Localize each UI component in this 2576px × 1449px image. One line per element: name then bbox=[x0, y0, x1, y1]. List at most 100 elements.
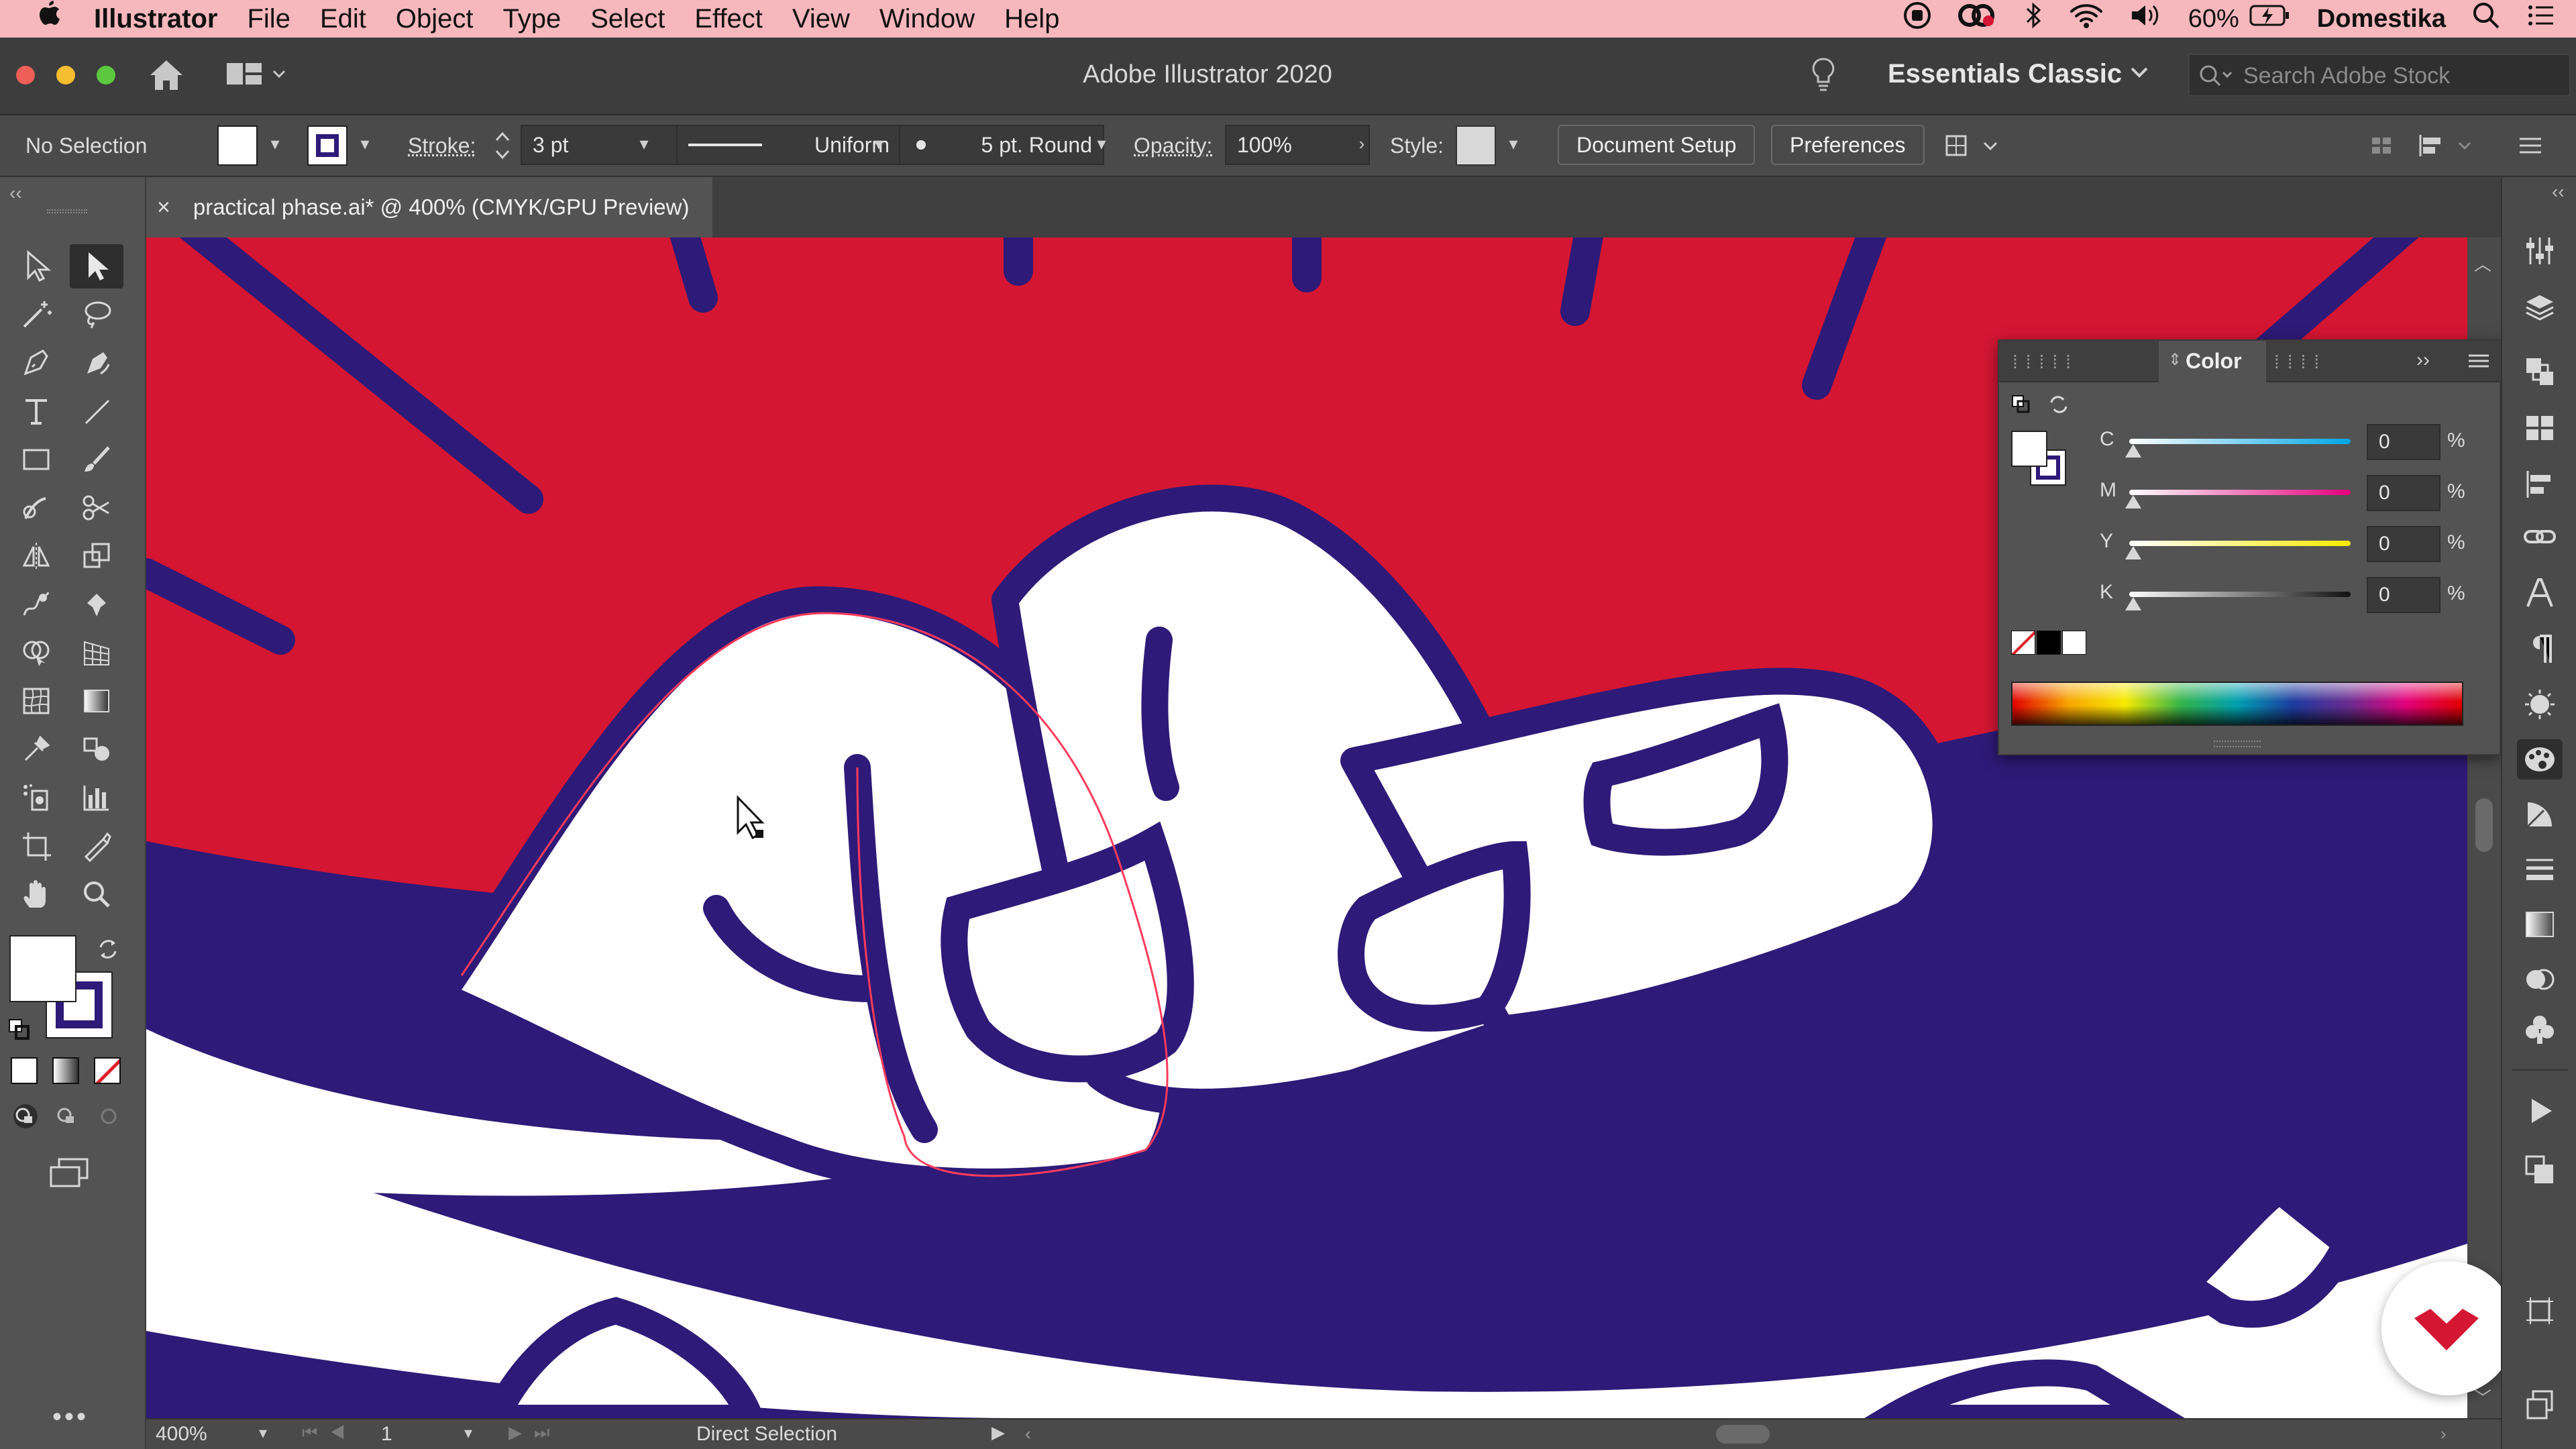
record-icon[interactable] bbox=[1902, 1, 1932, 37]
home-icon[interactable] bbox=[148, 58, 185, 96]
opacity-label[interactable]: Opacity: bbox=[1134, 125, 1212, 166]
character-panel-icon[interactable] bbox=[2517, 573, 2563, 613]
preferences-button[interactable]: Preferences bbox=[1771, 125, 1925, 165]
menu-type[interactable]: Type bbox=[502, 4, 561, 34]
black-slider-track[interactable] bbox=[2129, 592, 2351, 597]
collapsed-tabs-right-icon[interactable]: ⁞⁞⁞⁞ bbox=[2274, 352, 2327, 373]
magic-wand-tool-icon[interactable] bbox=[9, 292, 63, 337]
menu-view[interactable]: View bbox=[792, 4, 850, 34]
edit-toolbar-more-icon[interactable]: ••• bbox=[52, 1402, 89, 1432]
style-dropdown-chevron-icon[interactable]: ▾ bbox=[1500, 125, 1527, 162]
reflect-tool-icon[interactable] bbox=[9, 534, 63, 578]
color-panel-menu-icon[interactable] bbox=[2467, 349, 2490, 375]
perspective-grid-tool-icon[interactable] bbox=[70, 631, 123, 675]
opacity-expand-chevron-icon[interactable]: › bbox=[1348, 125, 1375, 162]
magenta-slider-thumb[interactable] bbox=[2125, 495, 2141, 508]
mesh-tool-icon[interactable] bbox=[9, 679, 63, 723]
lasso-tool-icon[interactable] bbox=[70, 292, 123, 337]
column-graph-tool-icon[interactable] bbox=[70, 775, 123, 820]
profile-dropdown-chevron-icon[interactable]: ▾ bbox=[865, 125, 892, 162]
expand-panel-icon[interactable]: ›› bbox=[2416, 349, 2430, 372]
menu-app-name[interactable]: Illustrator bbox=[94, 4, 217, 34]
battery-icon[interactable] bbox=[2249, 1, 2292, 37]
scroll-left-arrow-icon[interactable]: ‹ bbox=[1025, 1424, 1031, 1444]
close-tab-icon[interactable]: × bbox=[157, 195, 170, 221]
stock-search-field[interactable]: Search Adobe Stock bbox=[2188, 54, 2571, 97]
color-panel-default-icon[interactable] bbox=[2011, 394, 2031, 418]
paintbrush-tool-icon[interactable] bbox=[70, 437, 123, 482]
window-close-button[interactable] bbox=[16, 66, 35, 85]
arrange-grid-icon[interactable] bbox=[2368, 125, 2398, 166]
scale-tool-icon[interactable] bbox=[70, 534, 123, 578]
black-value-input[interactable]: 0 bbox=[2367, 577, 2440, 613]
collapsed-tabs-left-icon[interactable]: ⁞⁞⁞⁞⁞ bbox=[2012, 352, 2079, 373]
cyan-slider-track[interactable] bbox=[2129, 439, 2351, 444]
shape-builder-tool-icon[interactable] bbox=[9, 631, 63, 675]
artboard-first-prev-icons[interactable]: ⏮◀ bbox=[302, 1422, 358, 1444]
appearance-panel-icon[interactable] bbox=[2517, 684, 2563, 724]
menu-select[interactable]: Select bbox=[590, 4, 665, 34]
gradient-tool-icon[interactable] bbox=[70, 679, 123, 723]
artboard-tool-icon[interactable] bbox=[9, 824, 63, 868]
workspace-switcher[interactable]: Essentials Classic bbox=[1888, 59, 2122, 89]
document-tab[interactable]: × practical phase.ai* @ 400% (CMYK/GPU P… bbox=[146, 177, 712, 237]
stroke-weight-dropdown-icon[interactable]: ▾ bbox=[631, 125, 657, 162]
layers-panel-icon[interactable] bbox=[2517, 287, 2563, 327]
black-swatch[interactable] bbox=[2037, 631, 2061, 655]
white-swatch[interactable] bbox=[2062, 631, 2086, 655]
scroll-right-arrow-icon[interactable]: › bbox=[2440, 1424, 2447, 1444]
artboards-panel-icon[interactable] bbox=[2517, 1385, 2563, 1425]
selection-tool-icon[interactable] bbox=[9, 244, 63, 288]
menu-object[interactable]: Object bbox=[396, 4, 474, 34]
symbols-panel-icon[interactable] bbox=[2517, 1009, 2563, 1049]
document-setup-button[interactable]: Document Setup bbox=[1558, 125, 1756, 165]
scroll-up-arrow-icon[interactable]: ︿ bbox=[2474, 251, 2491, 276]
collapse-toolbar-icon[interactable]: ‹‹ bbox=[9, 182, 22, 204]
fill-dropdown-chevron-icon[interactable]: ▾ bbox=[262, 125, 288, 162]
shaper-tool-icon[interactable] bbox=[9, 486, 63, 530]
toolbar-grip[interactable] bbox=[47, 209, 87, 213]
menu-file[interactable]: File bbox=[247, 4, 290, 34]
hand-tool-icon[interactable] bbox=[9, 872, 63, 916]
swap-fill-stroke-icon[interactable] bbox=[97, 938, 119, 964]
symbol-sprayer-tool-icon[interactable] bbox=[9, 775, 63, 820]
status-menu-arrow-icon[interactable]: ▶ bbox=[991, 1422, 1005, 1443]
color-guide-panel-icon[interactable] bbox=[2517, 794, 2563, 835]
window-zoom-button[interactable] bbox=[97, 66, 115, 85]
artboard-next-last-icons[interactable]: ▶⏭ bbox=[508, 1422, 561, 1444]
toolbar-fill-swatch[interactable] bbox=[9, 935, 76, 1002]
artboard-dropdown-chevron-icon[interactable]: ▾ bbox=[464, 1424, 472, 1443]
stroke-weight-input[interactable]: 3 pt bbox=[521, 125, 686, 165]
menu-window[interactable]: Window bbox=[879, 4, 975, 34]
color-panel-swap-icon[interactable] bbox=[2049, 394, 2069, 418]
screen-mode-icon[interactable] bbox=[48, 1157, 91, 1192]
stroke-panel-icon[interactable] bbox=[2517, 849, 2563, 890]
zoom-dropdown-chevron-icon[interactable]: ▾ bbox=[259, 1424, 267, 1443]
color-panel-dock-icon[interactable] bbox=[2517, 739, 2563, 780]
curvature-tool-icon[interactable] bbox=[70, 341, 123, 385]
horizontal-scroll-thumb[interactable] bbox=[1716, 1425, 1770, 1444]
black-slider-thumb[interactable] bbox=[2125, 597, 2141, 610]
brush-dropdown-chevron-icon[interactable]: ▾ bbox=[1088, 125, 1115, 162]
yellow-value-input[interactable]: 0 bbox=[2367, 526, 2440, 562]
pathfinder-panel-icon[interactable] bbox=[2517, 1150, 2563, 1190]
cyan-value-input[interactable]: 0 bbox=[2367, 424, 2440, 460]
cyan-slider-thumb[interactable] bbox=[2125, 444, 2141, 458]
vertical-scroll-thumb[interactable] bbox=[2475, 798, 2493, 852]
none-mode-button[interactable] bbox=[94, 1057, 121, 1084]
zoom-tool-icon[interactable] bbox=[70, 872, 123, 916]
puppet-warp-tool-icon[interactable] bbox=[70, 582, 123, 627]
stroke-weight-stepper[interactable] bbox=[492, 125, 513, 166]
spotlight-search-icon[interactable] bbox=[2471, 1, 2501, 37]
yellow-slider-thumb[interactable] bbox=[2125, 546, 2141, 559]
volume-icon[interactable] bbox=[2129, 1, 2163, 37]
wifi-icon[interactable] bbox=[2069, 1, 2104, 37]
fill-swatch[interactable] bbox=[217, 125, 258, 166]
color-tab[interactable]: ⇕ Color bbox=[2159, 341, 2266, 382]
user-name[interactable]: Domestika bbox=[2317, 5, 2446, 34]
links-panel-icon[interactable] bbox=[2517, 517, 2563, 557]
align-panel-icon[interactable] bbox=[2517, 464, 2563, 504]
eyedropper-tool-icon[interactable] bbox=[9, 727, 63, 771]
menu-edit[interactable]: Edit bbox=[320, 4, 366, 34]
blend-tool-icon[interactable] bbox=[70, 727, 123, 771]
